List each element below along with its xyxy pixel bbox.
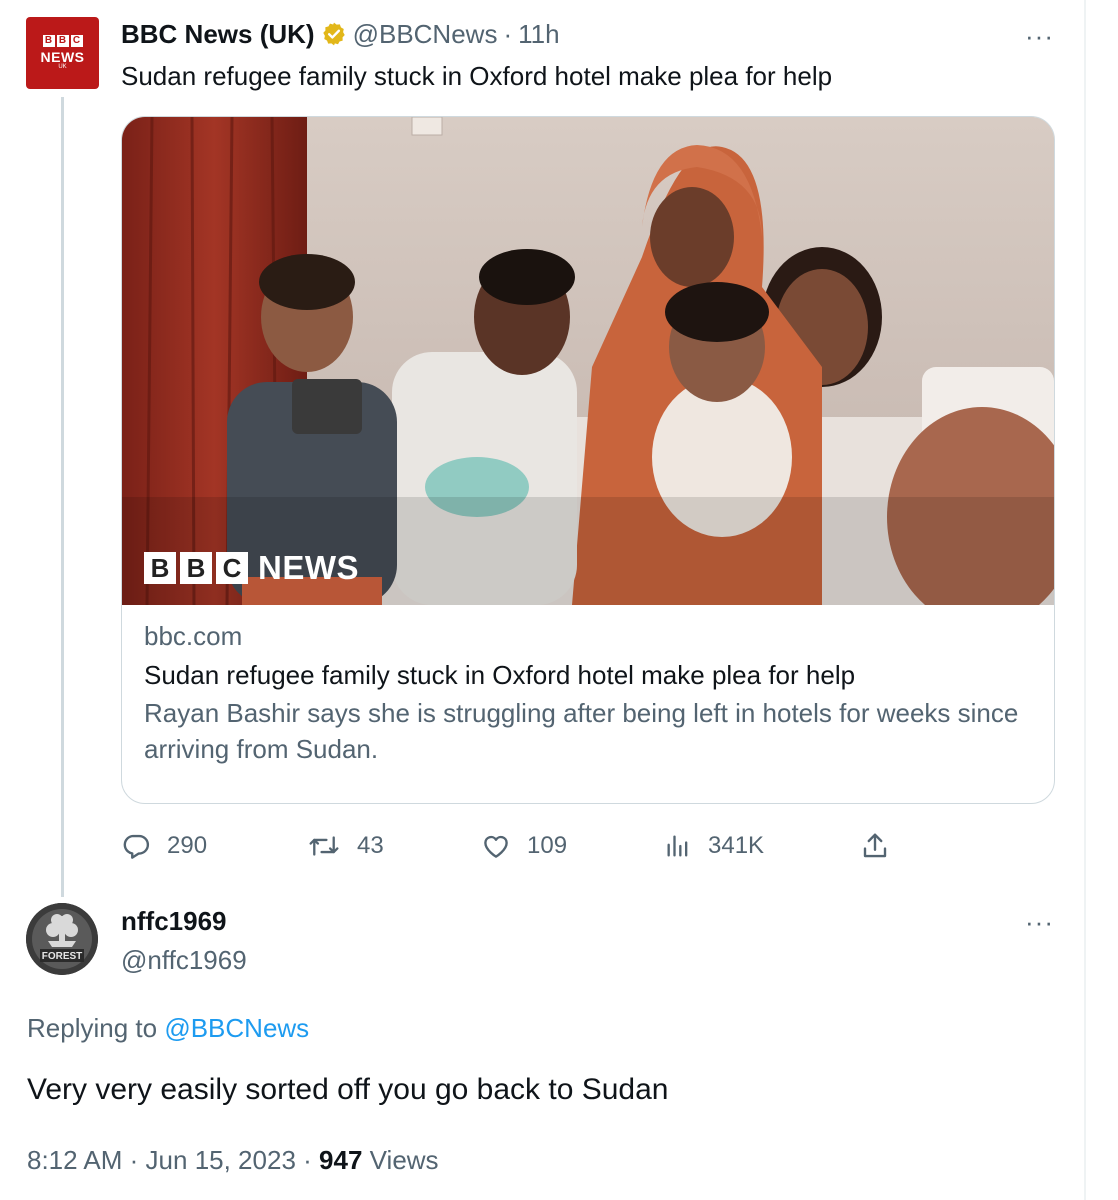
bbc-block-b1: B (42, 35, 55, 47)
card-domain: bbc.com (144, 621, 243, 651)
card-text-area: bbc.com Sudan refugee family stuck in Ox… (122, 605, 1054, 767)
avatar-news-word: NEWS (40, 49, 85, 65)
nffc1969-avatar[interactable]: FOREST (26, 903, 98, 975)
share-icon (863, 833, 887, 858)
heart-icon (484, 835, 508, 858)
replying-to-label: Replying to (27, 1013, 158, 1043)
reply-author-display-name[interactable]: nffc1969 (121, 903, 227, 939)
replying-to-line: Replying to @BBCNews (27, 1010, 309, 1046)
reply-views-label: Views (369, 1145, 439, 1175)
bbc-logo-blocks: B B C (26, 35, 99, 47)
like-count: 109 (527, 832, 568, 859)
tweet-header: BBC News (UK) @BBCNews · 11h (121, 16, 560, 52)
author-display-name[interactable]: BBC News (UK) (121, 19, 315, 50)
bbc-block-c: C (70, 35, 83, 47)
image-bbc-news-logo: B B C NEWS (144, 549, 359, 587)
meta-separator-2: · (303, 1145, 312, 1175)
reply-text: Very very easily sorted off you go back … (27, 1073, 669, 1106)
reply-views-count: 947 (319, 1145, 363, 1175)
tweet-text: Sudan refugee family stuck in Oxford hot… (121, 61, 833, 91)
retweet-icon (309, 836, 339, 856)
retweet-action[interactable]: 43 (307, 826, 384, 866)
views-action[interactable]: 341K (664, 826, 764, 866)
logo-block-b2: B (180, 552, 212, 584)
logo-block-c: C (216, 552, 248, 584)
tweet-timestamp[interactable]: 11h (518, 19, 559, 50)
view-count: 341K (708, 832, 765, 859)
avatar-forest-text: FOREST (42, 951, 83, 962)
link-preview-card[interactable]: B B C NEWS bbc.com Sudan refugee family … (121, 116, 1055, 804)
article-image: B B C NEWS (122, 117, 1054, 605)
verified-badge-icon[interactable] (321, 21, 347, 47)
reply-metadata: 8:12 AM · Jun 15, 2023 · 947 Views (27, 1142, 439, 1178)
replying-to-mention[interactable]: @BBCNews (164, 1013, 309, 1043)
card-description: Rayan Bashir says she is struggling afte… (144, 698, 1019, 764)
like-action[interactable]: 109 (481, 826, 567, 866)
avatar-region: UK (58, 64, 67, 70)
logo-news-word: NEWS (258, 549, 359, 586)
thread-connector-line (61, 97, 64, 897)
logo-block-b1: B (144, 552, 176, 584)
reply-action[interactable]: 290 (121, 826, 207, 866)
meta-separator-1: · (129, 1145, 139, 1175)
reply-date[interactable]: Jun 15, 2023 (146, 1145, 296, 1175)
right-divider (1084, 0, 1086, 1200)
retweet-count: 43 (357, 832, 384, 859)
reply-count: 290 (167, 832, 208, 859)
author-handle[interactable]: @BBCNews (353, 19, 498, 50)
reply-time[interactable]: 8:12 AM (27, 1145, 122, 1175)
header-separator: · (503, 18, 513, 49)
family-photo-illustration (122, 117, 1054, 605)
tweet-more-options-icon[interactable]: ··· (1025, 23, 1054, 49)
analytics-bars-icon (667, 835, 688, 857)
reply-more-options-icon[interactable]: ··· (1025, 909, 1054, 935)
reply-author-handle[interactable]: @nffc1969 (121, 942, 247, 978)
bbc-block-b2: B (56, 35, 69, 47)
reply-icon (123, 834, 150, 859)
bbc-news-avatar[interactable]: B B C NEWS UK (26, 17, 99, 89)
forest-crest-icon: FOREST (26, 903, 98, 975)
card-title: Sudan refugee family stuck in Oxford hot… (144, 660, 856, 690)
share-action[interactable] (860, 826, 906, 866)
